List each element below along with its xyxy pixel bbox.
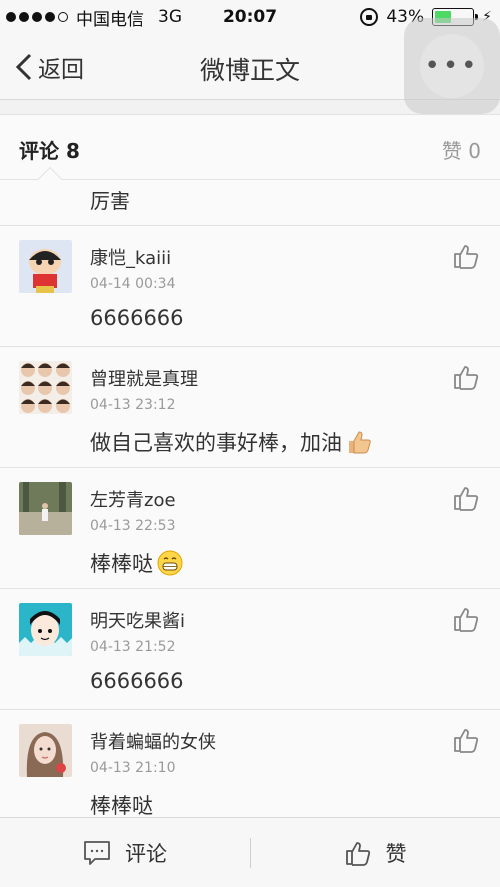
like-button-label: 赞 — [385, 842, 407, 866]
comment-text: 做自己喜欢的事好棒，加油 — [90, 427, 372, 457]
grinning-face-emoji-icon — [157, 550, 183, 576]
thumbs-up-icon[interactable] — [452, 726, 480, 754]
comment-list[interactable]: 厉害 康恺_kaiii 04-14 00:34 6666666 曾理就是真理 0… — [0, 180, 500, 820]
list-item: 左芳青zoe 04-13 22:53 棒棒哒 — [0, 468, 500, 589]
clock: 20:07 — [222, 7, 278, 27]
signal-strength-icon — [6, 12, 68, 22]
list-item: 曾理就是真理 04-13 23:12 做自己喜欢的事好棒，加油 — [0, 347, 500, 468]
comment-time: 04-14 00:34 — [90, 276, 176, 292]
comment-text: 棒棒哒 — [90, 548, 183, 578]
comment-author[interactable]: 康恺_kaiii — [90, 244, 171, 270]
comment-text: 6666666 — [90, 306, 184, 330]
list-item: 康恺_kaiii 04-14 00:34 6666666 — [0, 226, 500, 347]
comment-author[interactable]: 背着蝙蝠的女侠 — [90, 728, 216, 754]
thumbs-up-icon[interactable] — [452, 242, 480, 270]
navigation-bar: 返回 微博正文 ••• — [0, 18, 500, 114]
comment-text: 厉害 — [90, 189, 130, 213]
carrier-label: 中国电信 — [76, 9, 144, 30]
comment-button[interactable]: 评论 — [0, 818, 250, 887]
comment-author[interactable]: 曾理就是真理 — [90, 365, 198, 391]
comment-time: 04-13 21:52 — [90, 639, 176, 655]
list-item: 背着蝙蝠的女侠 04-13 21:10 棒棒哒 — [0, 710, 500, 820]
comment-button-label: 评论 — [125, 842, 167, 866]
avatar[interactable] — [19, 361, 72, 414]
avatar[interactable] — [19, 603, 72, 656]
comment-icon — [84, 841, 110, 865]
avatar[interactable] — [19, 724, 72, 777]
comment-text-content: 6666666 — [90, 306, 184, 330]
thumbs-up-icon[interactable] — [452, 363, 480, 391]
comment-author[interactable]: 明天吃果酱i — [90, 607, 185, 633]
comment-time: 04-13 21:10 — [90, 760, 176, 776]
like-button[interactable]: 赞 — [250, 818, 500, 887]
comment-author[interactable]: 左芳青zoe — [90, 486, 176, 512]
tab-likes[interactable]: 赞 0 — [442, 135, 481, 164]
comment-text: 棒棒哒 — [90, 790, 153, 820]
thumbs-up-icon — [345, 842, 370, 866]
more-dots-icon: ••• — [420, 34, 484, 98]
list-item: 明天吃果酱i 04-13 21:52 6666666 — [0, 589, 500, 710]
avatar[interactable] — [19, 482, 72, 535]
comment-time: 04-13 23:12 — [90, 397, 176, 413]
bottom-toolbar: 评论 赞 — [0, 817, 500, 887]
comment-like-tabs: 评论 8 赞 0 — [0, 114, 500, 196]
comment-text: 6666666 — [90, 669, 184, 693]
comment-time: 04-13 22:53 — [90, 518, 176, 534]
thumbs-up-icon[interactable] — [452, 605, 480, 633]
thumbs-up-emoji-icon — [349, 431, 371, 454]
avatar[interactable] — [19, 240, 72, 293]
comment-text-content: 6666666 — [90, 669, 184, 693]
comment-text-content: 棒棒哒 — [90, 794, 153, 818]
rotation-lock-icon — [360, 8, 379, 26]
comment-text-content: 棒棒哒 — [90, 552, 153, 576]
comment-text-content: 做自己喜欢的事好棒，加油 — [90, 431, 342, 455]
more-button[interactable]: ••• — [404, 18, 500, 114]
network-type: 3G — [158, 7, 182, 27]
thumbs-up-icon[interactable] — [452, 484, 480, 512]
list-item: 厉害 — [0, 180, 500, 226]
tab-comments[interactable]: 评论 8 — [19, 135, 80, 164]
